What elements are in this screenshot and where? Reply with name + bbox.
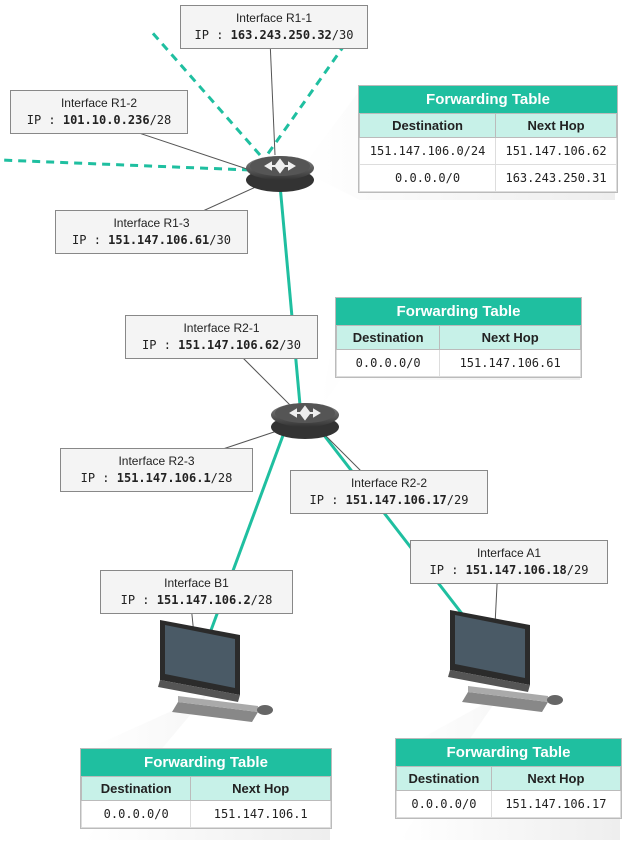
callout-r2-2: Interface R2-2 IP : 151.147.106.17/29 (290, 470, 488, 514)
callout-r1-2: Interface R1-2 IP : 101.10.0.236/28 (10, 90, 188, 134)
forwarding-table-r1: Forwarding Table DestinationNext Hop 151… (358, 85, 618, 193)
if-name: Interface R2-3 (69, 453, 244, 470)
forwarding-table-host-b: Forwarding Table DestinationNext Hop 0.0… (80, 748, 332, 829)
host-a-icon (420, 600, 560, 710)
col-hop: Next Hop (440, 326, 581, 350)
col-dest: Destination (337, 326, 440, 350)
table-row: 0.0.0.0/0151.147.106.17 (397, 791, 621, 818)
if-name: Interface R2-2 (299, 475, 479, 492)
if-name: Interface A1 (419, 545, 599, 562)
callout-b1: Interface B1 IP : 151.147.106.2/28 (100, 570, 293, 614)
if-name: Interface B1 (109, 575, 284, 592)
callout-r2-1: Interface R2-1 IP : 151.147.106.62/30 (125, 315, 318, 359)
if-name: Interface R1-2 (19, 95, 179, 112)
ft-title: Forwarding Table (359, 86, 617, 113)
table-row: 151.147.106.0/24151.147.106.62 (360, 138, 617, 165)
host-b-icon (130, 610, 270, 720)
router-r2-icon (265, 395, 335, 435)
table-row: 0.0.0.0/0151.147.106.61 (337, 350, 581, 377)
col-dest: Destination (360, 114, 496, 138)
col-hop: Next Hop (491, 767, 620, 791)
callout-r1-1: Interface R1-1 IP : 163.243.250.32/30 (180, 5, 368, 49)
router-r1-icon (240, 148, 310, 188)
col-hop: Next Hop (191, 777, 331, 801)
callout-r1-3: Interface R1-3 IP : 151.147.106.61/30 (55, 210, 248, 254)
if-name: Interface R1-3 (64, 215, 239, 232)
col-dest: Destination (397, 767, 492, 791)
callout-r2-3: Interface R2-3 IP : 151.147.106.1/28 (60, 448, 253, 492)
ft-title: Forwarding Table (81, 749, 331, 776)
col-dest: Destination (82, 777, 191, 801)
if-name: Interface R2-1 (134, 320, 309, 337)
forwarding-table-r2: Forwarding Table DestinationNext Hop 0.0… (335, 297, 582, 378)
ft-title: Forwarding Table (396, 739, 621, 766)
if-name: Interface R1-1 (189, 10, 359, 27)
table-row: 0.0.0.0/0163.243.250.31 (360, 165, 617, 192)
forwarding-table-host-a: Forwarding Table DestinationNext Hop 0.0… (395, 738, 622, 819)
col-hop: Next Hop (496, 114, 617, 138)
ft-title: Forwarding Table (336, 298, 581, 325)
table-row: 0.0.0.0/0151.147.106.1 (82, 801, 331, 828)
callout-a1: Interface A1 IP : 151.147.106.18/29 (410, 540, 608, 584)
